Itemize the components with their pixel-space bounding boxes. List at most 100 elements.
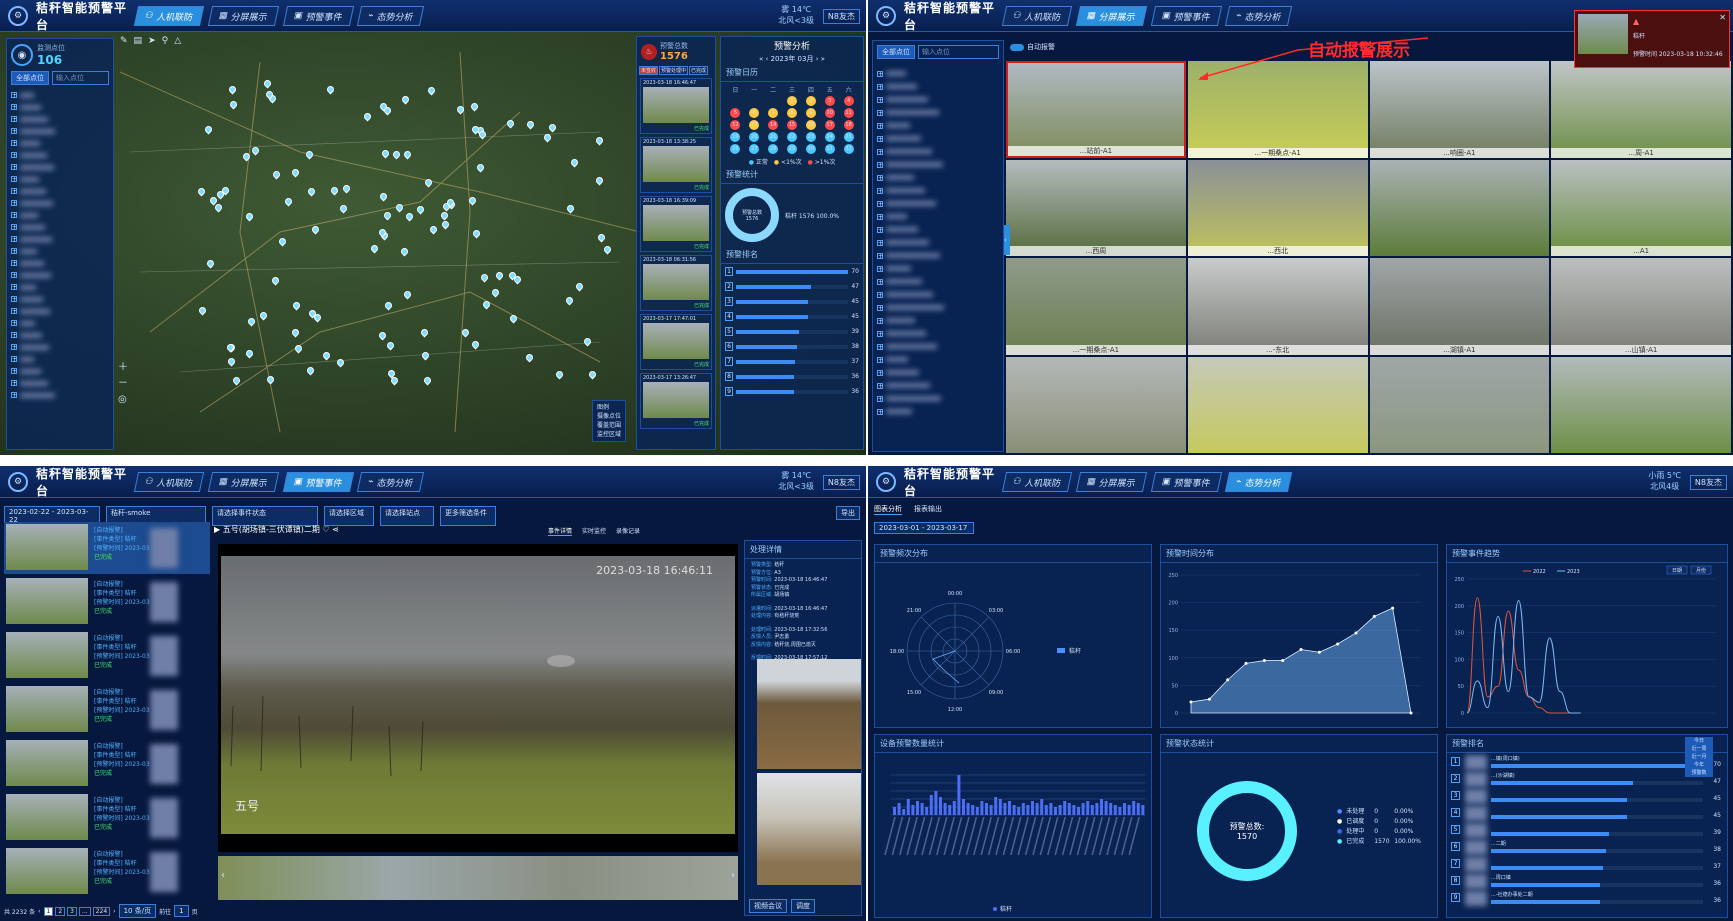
feedback-photo-2[interactable] (757, 773, 861, 885)
page-button[interactable]: 3 (67, 906, 77, 916)
alert-popup[interactable]: ▲ 秸秆 预警时间 2023-03-18 10:32:46 ✕ (1574, 10, 1730, 68)
tree-row[interactable]: + (877, 301, 999, 314)
nav-fenping[interactable]: ▦ 分屏展示 (207, 471, 279, 492)
alarm-item[interactable]: 2023-03-18 13:38:25 已完成 (640, 137, 712, 193)
page-button[interactable]: 2 (55, 906, 66, 916)
tree-row[interactable]: + (877, 353, 999, 366)
nav-fenping[interactable]: ▦ 分屏展示 (207, 5, 279, 26)
tree-row[interactable]: + (11, 257, 109, 269)
tree-row[interactable]: + (877, 405, 999, 418)
tree-row[interactable]: + (11, 125, 109, 137)
area-select[interactable]: 请选择区域 (324, 506, 374, 526)
tree-row[interactable]: + (11, 185, 109, 197)
tree-row[interactable]: + (11, 221, 109, 233)
calendar-day[interactable]: 15 (786, 120, 797, 130)
calendar-day[interactable] (768, 96, 778, 106)
tree-row[interactable]: + (877, 288, 999, 301)
tree-row[interactable]: + (877, 275, 999, 288)
calendar-day[interactable]: 6 (749, 108, 760, 118)
zoom-in-icon[interactable]: ＋ (118, 360, 128, 376)
tree-row[interactable]: + (11, 329, 109, 341)
calendar-day[interactable]: 19 (730, 132, 741, 142)
calendar-day[interactable] (730, 96, 740, 106)
tree-row[interactable]: + (11, 341, 109, 353)
tree-row[interactable]: + (11, 377, 109, 389)
next-page-icon[interactable]: › (113, 908, 115, 915)
calendar-day[interactable]: 22 (786, 132, 797, 142)
nav-taishi[interactable]: ⌁ 态势分析 (357, 5, 425, 26)
strip-next-icon[interactable]: › (731, 870, 735, 881)
tree-row[interactable]: + (11, 245, 109, 257)
tree-row[interactable]: + (11, 353, 109, 365)
calendar-day[interactable]: 10 (824, 108, 835, 118)
camera-cell[interactable]: ...山镇-A1 (1551, 258, 1731, 355)
tree-row[interactable]: + (877, 223, 999, 236)
camera-cell[interactable] (1369, 356, 1550, 453)
nav-fenping[interactable]: ▦ 分屏展示 (1075, 471, 1147, 492)
calendar-day[interactable]: 23 (805, 132, 816, 142)
feedback-photo-1[interactable] (757, 659, 861, 769)
tree-row[interactable]: + (11, 113, 109, 125)
alarm-item[interactable]: 2023-03-18 06:31:56 已完成 (640, 255, 712, 311)
prev-page-icon[interactable]: ‹ (38, 908, 40, 915)
tree-row[interactable]: + (11, 137, 109, 149)
tree-row[interactable]: + (877, 392, 999, 405)
user-menu[interactable]: N8友杰 (822, 9, 860, 24)
tree-row[interactable]: + (877, 171, 999, 184)
tab-live[interactable]: 实时监控 (582, 526, 606, 536)
nav-taishi[interactable]: ⌁ 态势分析 (357, 471, 425, 492)
calendar-day[interactable]: 31 (824, 144, 835, 154)
calendar-day[interactable]: 29 (786, 144, 797, 154)
tree-row[interactable]: + (11, 281, 109, 293)
tree-row[interactable]: + (877, 366, 999, 379)
tree-row[interactable]: + (877, 67, 999, 80)
event-item[interactable]: [自动报警] [事件类型] 秸秆 [预警时间] 2023-03 已完成 (4, 738, 210, 790)
rank-dropdown-option[interactable]: 预警数 (1685, 769, 1713, 777)
video-call-button[interactable]: 视频会议 (749, 899, 787, 913)
nav-yujing[interactable]: ▣ 预警事件 (1150, 5, 1222, 26)
calendar-day[interactable]: 21 (768, 132, 779, 142)
alarm-item[interactable]: 2023-03-17 13:26:47 已完成 (640, 373, 712, 429)
calendar-day[interactable]: 7 (768, 108, 779, 118)
nav-taishi[interactable]: ⌁ 态势分析 (1225, 5, 1293, 26)
tree-row[interactable]: + (877, 249, 999, 262)
alarm-item[interactable]: 2023-03-18 16:39:09 已完成 (640, 196, 712, 252)
tab-event-detail[interactable]: 事件详情 (548, 526, 573, 536)
close-icon[interactable]: ✕ (1719, 13, 1726, 22)
tree-row[interactable]: + (877, 93, 999, 106)
camera-cell[interactable] (1187, 356, 1368, 453)
tab-unsigned[interactable]: 未签收 (639, 66, 659, 75)
tree-row[interactable]: + (877, 119, 999, 132)
camera-cell[interactable]: ...一期桑点-A1 (1006, 258, 1186, 355)
tree-row[interactable]: + (877, 210, 999, 223)
calendar-day[interactable] (749, 96, 759, 106)
tab-done[interactable]: 已完成 (689, 66, 709, 75)
calendar-day[interactable]: 5 (730, 108, 741, 118)
calendar-day[interactable]: 25 (843, 132, 854, 142)
more-filter-button[interactable]: 更多筛选条件 (440, 506, 496, 526)
tree-row[interactable]: + (877, 340, 999, 353)
camera-cell[interactable] (1551, 356, 1731, 453)
thumbnail-strip[interactable]: ‹ › (218, 856, 738, 900)
rank-dropdown[interactable]: 今日 近一周 近一月 今年 预警数 (1685, 737, 1713, 777)
edit-icon[interactable]: ✎ (120, 36, 128, 46)
tree-row[interactable]: + (877, 262, 999, 275)
calendar-day[interactable]: 16 (805, 120, 816, 130)
tree-row[interactable]: + (877, 327, 999, 340)
calendar-day[interactable]: 2 (805, 96, 816, 106)
tab-recording[interactable]: 录像记录 (616, 526, 640, 536)
rank-dropdown-option[interactable]: 今年 (1685, 761, 1713, 769)
rank-dropdown-option[interactable]: 近一月 (1685, 753, 1713, 761)
rank-dropdown-option[interactable]: 近一周 (1685, 745, 1713, 753)
tree-row[interactable]: + (11, 197, 109, 209)
nav-yujing[interactable]: ▣ 预警事件 (1150, 471, 1222, 492)
alarm-item[interactable]: 2023-03-17 17:47:01 已完成 (640, 314, 712, 370)
dispatch-button[interactable]: 调度 (791, 899, 815, 913)
tree-row[interactable]: + (877, 145, 999, 158)
calendar-day[interactable]: 4 (843, 96, 854, 106)
zoom-out-icon[interactable]: － (118, 376, 128, 392)
share-icon[interactable]: ⋖ (332, 525, 339, 534)
event-item[interactable]: [自动报警] [事件类型] 秸秆 [预警时间] 2023-03 已完成 (4, 684, 210, 736)
tree-row[interactable]: + (11, 365, 109, 377)
tree-row[interactable]: + (11, 269, 109, 281)
